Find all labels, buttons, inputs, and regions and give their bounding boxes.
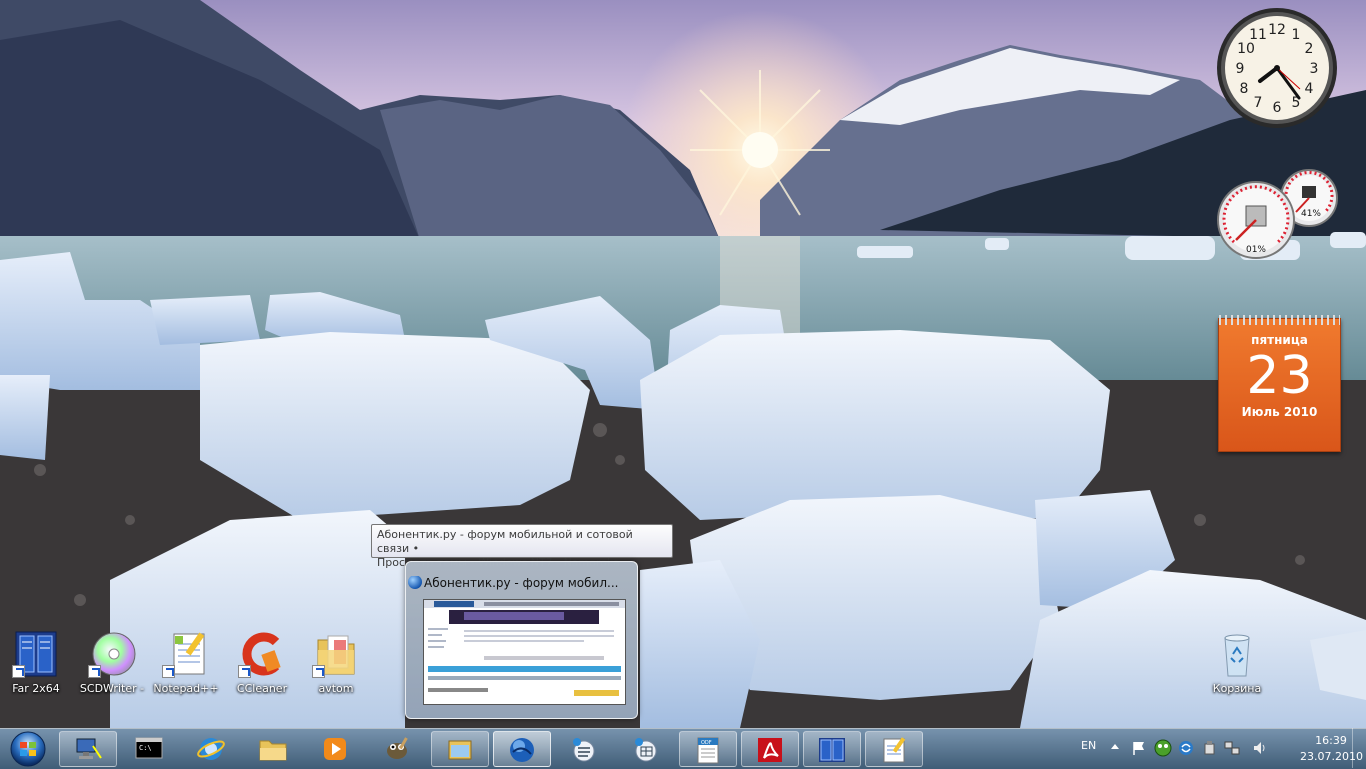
taskbar-tooltip: Абонентик.ру - форум мобильной и сотовой…: [371, 524, 673, 569]
system-tray: EN 16:39 23.07.2010: [1075, 728, 1366, 768]
desktop-icon-label: avtom: [318, 682, 354, 695]
antivirus-icon[interactable]: [1154, 739, 1172, 757]
network-icon[interactable]: [1224, 740, 1240, 756]
clock-number: 2: [1305, 41, 1314, 57]
tray-clock-time[interactable]: 16:39: [1306, 734, 1356, 747]
clock-number: 3: [1310, 61, 1319, 77]
desktop-icon-label: SCDWriter -: [79, 682, 145, 695]
window-icon: [448, 740, 472, 760]
ccleaner-icon: [238, 630, 286, 678]
volume-icon[interactable]: [1252, 740, 1268, 756]
taskbar-thumbnail-preview[interactable]: Абонентик.ру - форум мобил...: [405, 561, 638, 719]
browser-globe-icon: [510, 738, 534, 762]
taskbar-far-manager[interactable]: [803, 731, 861, 767]
sync-icon[interactable]: [1178, 740, 1194, 756]
shortcut-arrow-icon: [238, 665, 251, 678]
desktop-icon-recycle-bin[interactable]: Корзина: [1201, 630, 1273, 695]
explorer-folder-icon: [259, 740, 287, 761]
calendar-day: 23: [1246, 346, 1313, 406]
desktop-icon-label: CCleaner: [236, 682, 288, 695]
desktop-icon-far[interactable]: Far 2x64: [0, 630, 72, 695]
far-manager-icon: [819, 738, 845, 762]
taskbar-cmd[interactable]: C:\: [121, 731, 179, 767]
clock-number: 12: [1268, 22, 1286, 38]
clock-number: 11: [1249, 27, 1267, 43]
cpu-meter-gadget[interactable]: 41% 01%: [1216, 168, 1340, 264]
far-manager-icon: [12, 630, 60, 678]
notepad-icon: [883, 737, 906, 763]
calendar-rings: [1219, 315, 1340, 325]
flag-icon[interactable]: [1131, 740, 1147, 756]
cd-disc-icon: [88, 630, 136, 678]
calendar-weekday: пятница: [1251, 333, 1308, 347]
desktop-icon-ccleaner[interactable]: CCleaner: [226, 630, 298, 695]
desktop-icon-avtom[interactable]: avtom: [300, 630, 372, 695]
taskbar-list-app[interactable]: [555, 731, 613, 767]
desktop-icon-label: Notepad++: [153, 682, 219, 695]
taskbar-table-app[interactable]: [617, 731, 675, 767]
desktop-icon-label: Корзина: [1212, 682, 1262, 695]
desktop-icon-notepadpp[interactable]: Notepad++: [150, 630, 222, 695]
clock-number: 1: [1292, 27, 1301, 43]
start-button[interactable]: [5, 730, 51, 768]
shortcut-arrow-icon: [12, 665, 25, 678]
recycle-bin-icon: [1213, 630, 1261, 678]
browser-globe-icon: [408, 576, 422, 589]
memory-percent: 41%: [1301, 209, 1321, 219]
taskbar-internet-explorer[interactable]: [183, 731, 241, 767]
cpu-percent: 01%: [1246, 245, 1266, 255]
calendar-gadget[interactable]: пятница 23 Июль 2010: [1218, 315, 1341, 452]
desktop-icon-label: Far 2x64: [12, 682, 60, 695]
clock-number: 10: [1237, 41, 1255, 57]
taskbar-gimp[interactable]: [369, 731, 427, 767]
desktop-icon-scdwriter[interactable]: SCDWriter -: [76, 630, 148, 695]
acrobat-icon: [758, 738, 782, 762]
taskbar-notepad[interactable]: [865, 731, 923, 767]
tooltip-line: Абонентик.ру - форум мобильной и сотовой…: [377, 528, 633, 555]
odf-document-icon: ODF: [697, 737, 719, 764]
cmd-icon: C:\: [135, 737, 163, 759]
media-player-icon: [324, 738, 346, 760]
svg-text:C:\: C:\: [139, 744, 152, 752]
notepad-icon: [162, 630, 210, 678]
taskbar-acrobat[interactable]: [741, 731, 799, 767]
clock-gadget[interactable]: 12 1 2 3 4 5 6 7 8 9 10 11: [1216, 7, 1338, 129]
show-desktop-button[interactable]: [1352, 728, 1366, 768]
network-pc-icon: [76, 738, 102, 759]
thumbnail-window-image: [423, 599, 626, 705]
thumbnail-title: Абонентик.ру - форум мобил...: [402, 576, 629, 590]
taskbar-media-player[interactable]: [307, 731, 365, 767]
shortcut-arrow-icon: [88, 665, 101, 678]
svg-text:ODF: ODF: [701, 740, 712, 746]
table-app-icon: [635, 738, 657, 762]
calendar-month: Июль 2010: [1241, 405, 1318, 419]
clock-number: 9: [1236, 61, 1245, 77]
gimp-icon: [387, 737, 408, 759]
list-app-icon: [573, 738, 595, 762]
safely-remove-icon[interactable]: [1202, 740, 1218, 756]
taskbar-explorer[interactable]: [245, 731, 303, 767]
clock-number: 7: [1254, 95, 1263, 111]
taskbar-window-app[interactable]: [431, 731, 489, 767]
taskbar-network-app[interactable]: [59, 731, 117, 767]
shortcut-arrow-icon: [312, 665, 325, 678]
folder-icon: [312, 630, 360, 678]
shortcut-arrow-icon: [162, 665, 175, 678]
taskbar-browser[interactable]: [493, 731, 551, 767]
clock-number: 4: [1305, 81, 1314, 97]
clock-number: 6: [1273, 100, 1282, 116]
show-hidden-icons-button[interactable]: [1111, 744, 1119, 749]
language-indicator[interactable]: EN: [1081, 739, 1096, 752]
clock-number: 8: [1240, 81, 1249, 97]
ie-icon: [197, 738, 225, 760]
taskbar-odf-document[interactable]: ODF: [679, 731, 737, 767]
